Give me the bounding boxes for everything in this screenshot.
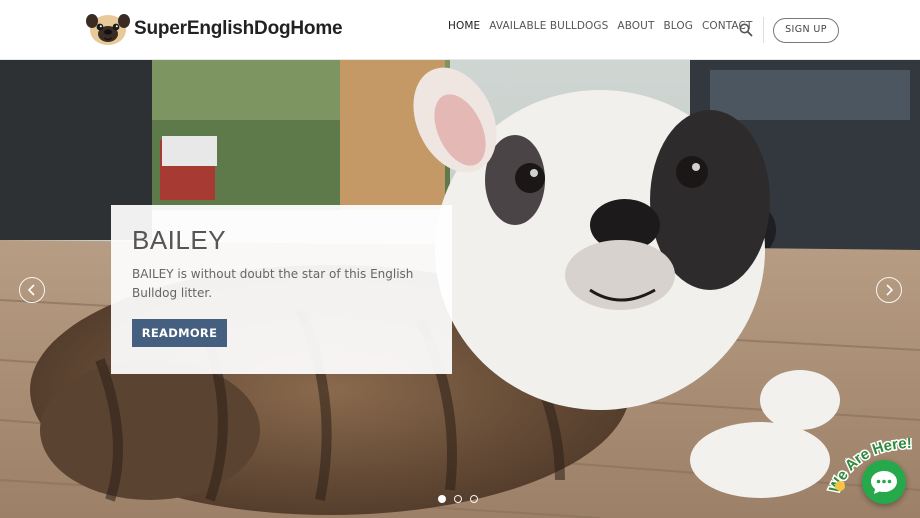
chevron-left-icon bbox=[27, 284, 35, 296]
brand-name: SuperEnglishDogHome bbox=[134, 18, 343, 39]
header-divider bbox=[763, 17, 764, 43]
chat-bubble-icon bbox=[871, 471, 897, 494]
site-header: SuperEnglishDogHome HOME AVAILABLE BULLD… bbox=[0, 0, 920, 60]
chevron-right-icon bbox=[886, 284, 894, 296]
slider-pagination bbox=[438, 495, 486, 503]
signup-button[interactable]: SIGN UP bbox=[773, 18, 839, 43]
slide-caption: BAILEY BAILEY is without doubt the star … bbox=[111, 205, 452, 374]
slider-next-button[interactable] bbox=[876, 277, 902, 303]
slider-prev-button[interactable] bbox=[19, 277, 45, 303]
slider-dot-1[interactable] bbox=[438, 495, 446, 503]
slide-title: BAILEY bbox=[132, 225, 227, 255]
main-nav: HOME AVAILABLE BULLDOGS ABOUT BLOG CONTA… bbox=[448, 20, 761, 32]
nav-item-available-bulldogs[interactable]: AVAILABLE BULLDOGS bbox=[489, 20, 608, 32]
wave-hand-icon bbox=[835, 481, 845, 491]
chat-button[interactable] bbox=[862, 460, 906, 504]
slide-description: BAILEY is without doubt the star of this… bbox=[132, 267, 414, 300]
nav-item-home[interactable]: HOME bbox=[448, 20, 480, 32]
pug-face-icon bbox=[86, 14, 130, 45]
slider-dot-2[interactable] bbox=[454, 495, 462, 503]
site-logo[interactable]: SuperEnglishDogHome bbox=[86, 12, 343, 46]
search-icon[interactable] bbox=[738, 22, 754, 38]
nav-item-blog[interactable]: BLOG bbox=[663, 20, 692, 32]
readmore-button[interactable]: READMORE bbox=[132, 319, 227, 347]
slider-dot-3[interactable] bbox=[470, 495, 478, 503]
nav-item-about[interactable]: ABOUT bbox=[617, 20, 654, 32]
